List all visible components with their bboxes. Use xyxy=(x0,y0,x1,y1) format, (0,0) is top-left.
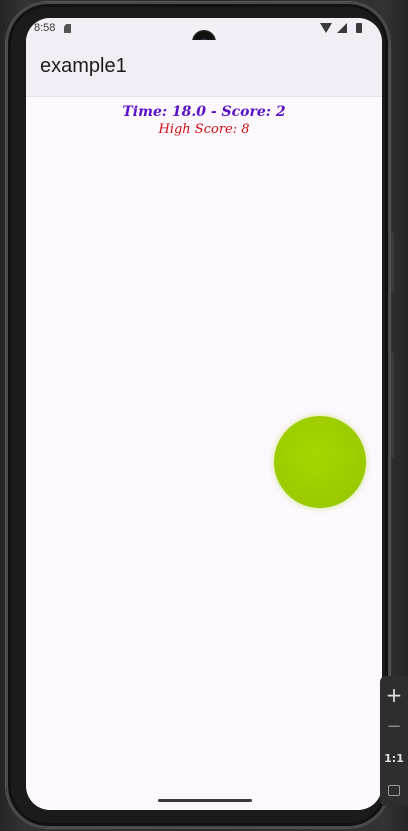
fit-screen-button[interactable] xyxy=(380,778,408,804)
sd-card-icon xyxy=(64,24,71,33)
device-screen: 8:58 example1 Time: 18.0 - Score: 2 High… xyxy=(26,18,382,810)
emulator-window: 8:58 example1 Time: 18.0 - Score: 2 High… xyxy=(0,0,408,831)
power-button xyxy=(390,232,394,292)
game-info: Time: 18.0 - Score: 2 High Score: 8 xyxy=(26,103,382,138)
actual-size-button[interactable]: 1:1 xyxy=(380,746,408,772)
signal-icon xyxy=(337,23,347,33)
app-bar: example1 xyxy=(26,40,382,97)
device-frame: 8:58 example1 Time: 18.0 - Score: 2 High… xyxy=(6,2,390,828)
emulator-zoom-toolbar: + − 1:1 xyxy=(380,676,408,806)
volume-button xyxy=(390,352,394,458)
status-clock: 8:58 xyxy=(34,22,56,34)
zoom-in-button[interactable]: + xyxy=(380,682,408,708)
battery-icon xyxy=(356,23,362,33)
gesture-nav-bar[interactable] xyxy=(158,799,252,802)
app-title: example1 xyxy=(40,55,127,77)
zoom-out-button[interactable]: − xyxy=(380,714,408,740)
time-score-label: Time: 18.0 - Score: 2 xyxy=(122,104,286,120)
high-score-label: High Score: 8 xyxy=(158,122,250,137)
wifi-icon xyxy=(320,23,332,33)
target-ball[interactable] xyxy=(274,416,366,508)
fit-screen-icon xyxy=(388,785,400,796)
